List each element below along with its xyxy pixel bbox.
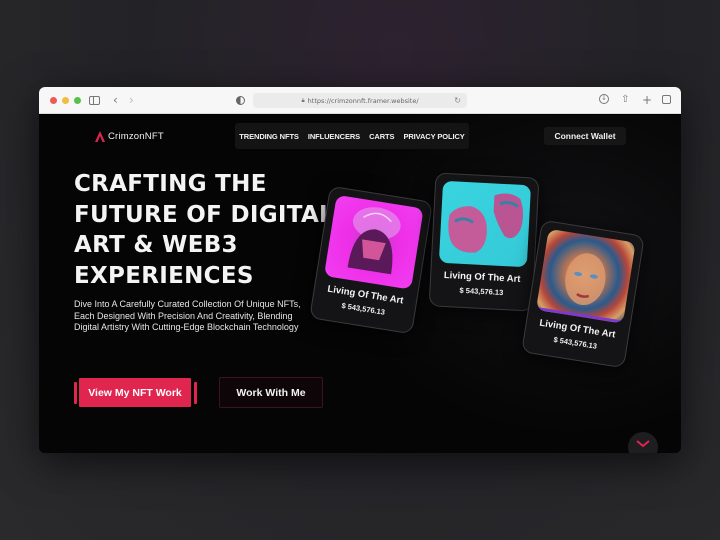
- nav-influencers[interactable]: INFLUENCERS: [308, 132, 360, 141]
- logo[interactable]: CrimzonNFT: [95, 131, 164, 142]
- tabs-overview-icon[interactable]: [662, 95, 671, 104]
- sidebar-icon[interactable]: [89, 96, 100, 105]
- forward-icon[interactable]: ›: [129, 93, 134, 107]
- address-bar[interactable]: 🔒︎ https://crimzonnft.framer.website/ ↻: [253, 93, 467, 108]
- shield-icon[interactable]: [236, 96, 245, 105]
- scroll-down-button[interactable]: [628, 432, 658, 453]
- main-nav: TRENDING NFTS INFLUENCERS CARTS PRIVACY …: [235, 123, 469, 149]
- card-title: Living Of The Art: [443, 269, 521, 285]
- lock-icon: 🔒︎: [301, 96, 305, 104]
- new-tab-icon[interactable]: +: [642, 93, 652, 107]
- browser-toolbar: ‹ › 🔒︎ https://crimzonnft.framer.website…: [39, 87, 681, 114]
- url-text: https://crimzonnft.framer.website/: [307, 96, 419, 105]
- hero-title-line: FUTURE OF DIGITAL: [74, 201, 334, 228]
- zoom-window-button[interactable]: [74, 97, 81, 104]
- download-icon[interactable]: ↓: [599, 94, 609, 104]
- card-price: $ 543,576.13: [459, 285, 504, 298]
- woman-portrait-art: [535, 228, 636, 324]
- window-controls: [50, 97, 81, 104]
- nft-card[interactable]: Living Of The Art $ 543,576.13: [521, 219, 645, 369]
- web-page: CrimzonNFT TRENDING NFTS INFLUENCERS CAR…: [39, 115, 681, 453]
- browser-window: ‹ › 🔒︎ https://crimzonnft.framer.website…: [39, 87, 681, 453]
- hero-title-line: EXPERIENCES: [74, 262, 254, 289]
- hero-title-line: CRAFTING THE: [74, 171, 267, 197]
- work-with-me-button[interactable]: Work With Me: [219, 377, 323, 408]
- reload-icon[interactable]: ↻: [454, 96, 461, 105]
- nft-card[interactable]: Living Of The Art $ 543,576.13: [309, 185, 433, 335]
- nav-trending-nfts[interactable]: TRENDING NFTS: [239, 132, 299, 141]
- close-window-button[interactable]: [50, 97, 57, 104]
- pink-helmet-art: [323, 194, 424, 290]
- share-icon[interactable]: ⇧: [621, 93, 629, 107]
- hero-description: Dive Into A Carefully Curated Collection…: [74, 299, 301, 332]
- button-bracket-left: [74, 382, 77, 404]
- button-bracket-right: [194, 382, 197, 404]
- connect-wallet-button[interactable]: Connect Wallet: [544, 127, 626, 145]
- nft-card[interactable]: Living Of The Art $ 543,576.13: [428, 172, 540, 312]
- minimize-window-button[interactable]: [62, 97, 69, 104]
- back-icon[interactable]: ‹: [113, 93, 118, 107]
- chevron-down-icon: [636, 440, 650, 448]
- nav-privacy-policy[interactable]: PRIVACY POLICY: [403, 132, 464, 141]
- nav-carts[interactable]: CARTS: [369, 132, 394, 141]
- cyan-faces-art: [438, 180, 532, 268]
- hero-title: CRAFTING THE FUTURE OF DIGITAL ART & WEB…: [74, 169, 334, 291]
- logo-text: CrimzonNFT: [108, 131, 164, 142]
- hero-title-line: ART & WEB3: [74, 232, 238, 258]
- logo-icon: [95, 131, 105, 142]
- view-nft-work-button[interactable]: View My NFT Work: [79, 378, 191, 407]
